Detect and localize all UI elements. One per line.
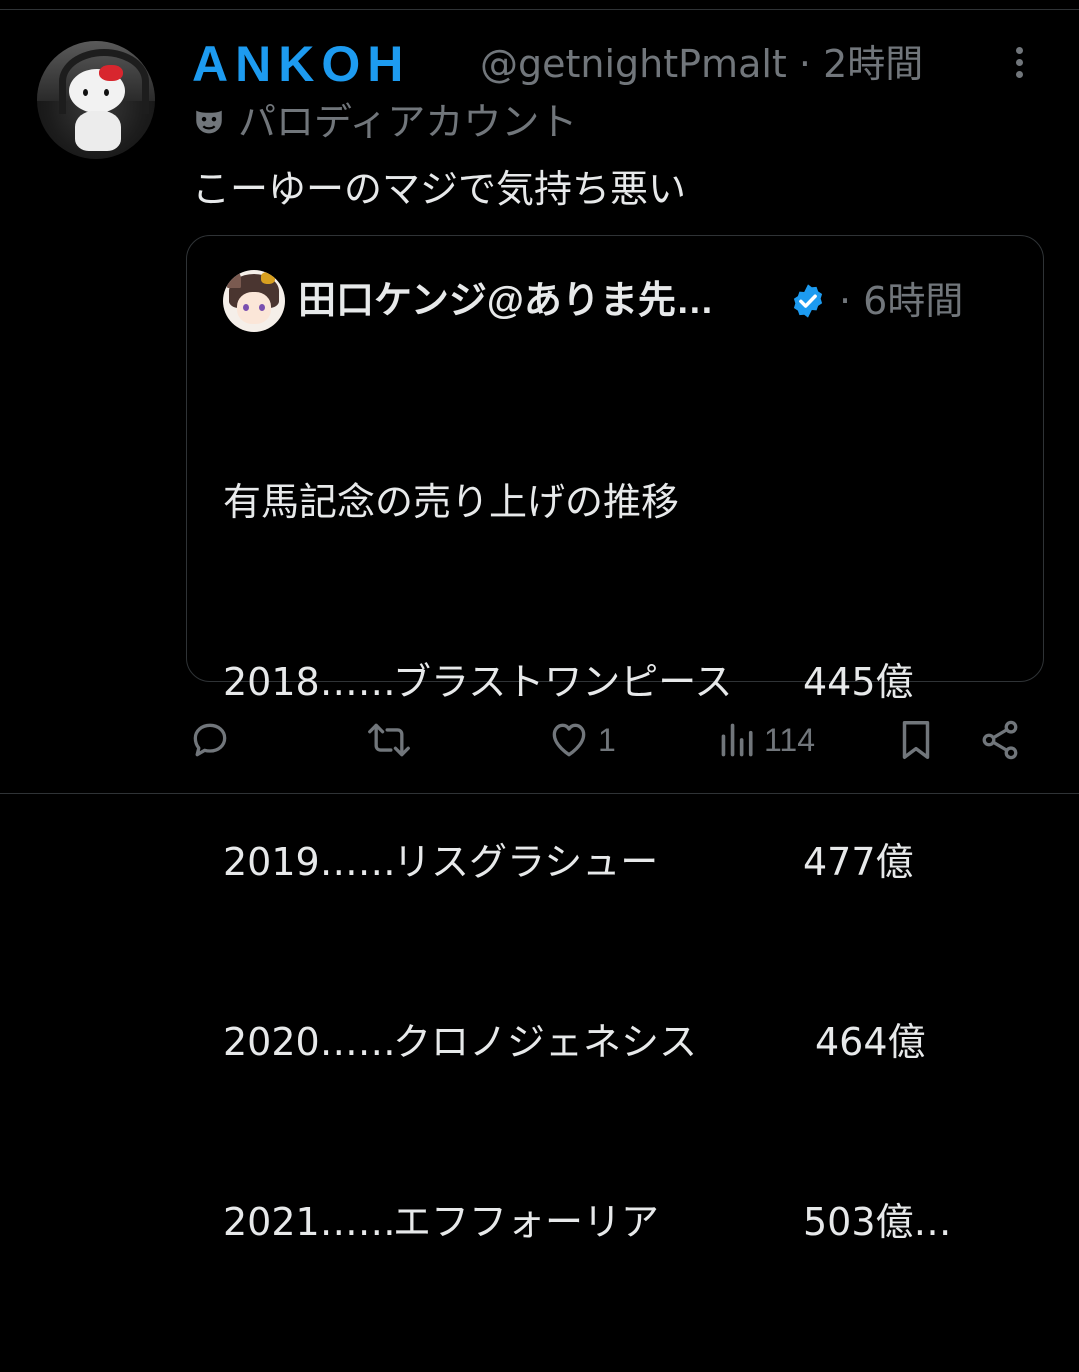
quoted-post-card[interactable]: 田口ケンジ@ありま先… · 6時間 有馬記念の売り上げの推移 2018……ブラス… [186,235,1044,1244]
reply-button[interactable] [188,712,238,768]
quoted-post-text: 有馬記念の売り上げの推移 2018……ブラストワンピース 445億 2019……リ… [223,352,952,1372]
row-year: 2018…… [223,660,396,704]
quoted-time-value[interactable]: 6時間 [863,279,963,323]
separator-dot: · [786,42,824,86]
action-bar: 1 114 [0,712,1079,768]
bookmark-icon [902,721,930,759]
row-year: 2021…… [223,1200,396,1244]
list-item: 2021……エフフォーリア 503億… [223,1192,952,1252]
row-value: 464億 [815,1020,926,1064]
row-value: 445億 [803,660,914,704]
parody-label-text: パロディアカウント [238,100,578,144]
quoted-heading: 有馬記念の売り上げの推移 [223,480,680,524]
like-count: 1 [598,721,616,758]
list-item: 2019……リスグラシュー 477億 [223,832,952,892]
quoted-post-time[interactable]: · 6時間 [839,276,963,326]
bottom-divider [0,793,1079,794]
top-divider [0,9,1079,10]
row-value: 477億 [803,840,914,884]
repost-icon [368,723,410,757]
author-handle[interactable]: @getnightPmalt [480,42,787,86]
more-icon[interactable] [1004,44,1034,84]
like-button[interactable]: 1 [546,712,616,768]
row-year: 2019…… [223,840,396,884]
post-text: こーゆーのマジで気持ち悪い [192,167,687,211]
author-avatar[interactable] [37,41,155,159]
share-button[interactable] [978,712,1022,768]
list-item: 2020……クロノジェネシス 464億 [223,1012,952,1072]
view-count: 114 [764,721,816,758]
verified-icon [793,284,823,318]
row-horse: リスグラシュー [393,840,659,884]
author-display-name[interactable]: ANKOH [192,34,410,94]
post-time[interactable]: 2時間 [823,42,923,86]
row-horse: ブラストワンピース [393,660,733,704]
repost-button[interactable] [364,712,420,768]
quoted-author-avatar[interactable] [223,270,285,332]
parody-label: パロディアカウント [192,98,577,146]
bookmark-button[interactable] [896,712,936,768]
row-value: 503億… [803,1200,952,1244]
like-icon [552,723,586,757]
row-horse: エフフォーリア [393,1200,660,1244]
row-year: 2020…… [223,1020,396,1064]
separator-dot: · [839,279,864,323]
reply-icon [193,723,227,757]
views-button[interactable]: 114 [718,712,815,768]
views-icon [721,723,753,757]
row-horse: クロノジェネシス [393,1020,698,1064]
list-item: 2018……ブラストワンピース 445億 [223,652,952,712]
share-icon [982,720,1018,760]
author-handle-time[interactable]: @getnightPmalt · 2時間 [480,38,923,90]
parody-mask-icon [196,110,222,134]
quoted-author-name[interactable]: 田口ケンジ@ありま先… [298,276,714,326]
